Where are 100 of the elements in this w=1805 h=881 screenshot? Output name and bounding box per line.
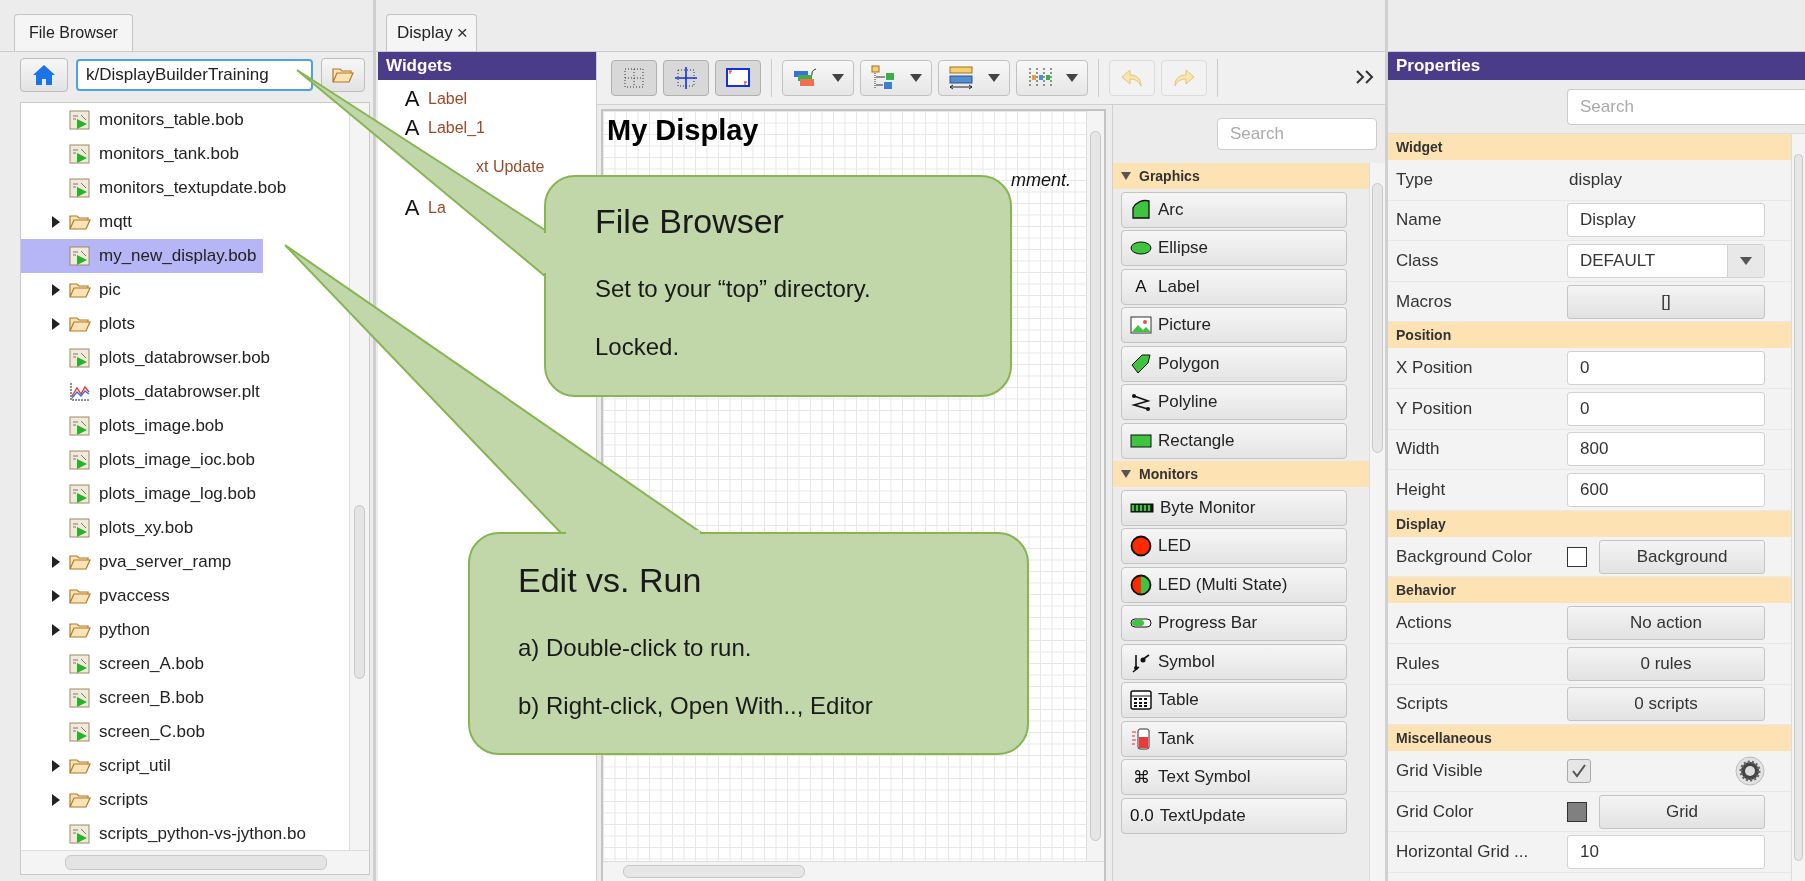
property-field[interactable]: 10	[1567, 835, 1765, 870]
tree-item[interactable]: python	[21, 613, 157, 647]
property-button[interactable]: 0 rules	[1567, 646, 1765, 681]
widget-palette-button[interactable]: Rectangle	[1121, 422, 1347, 459]
caret-icon	[1740, 257, 1752, 265]
coords-toggle-button[interactable]	[715, 60, 761, 96]
close-tab-button[interactable]: ×	[456, 22, 468, 44]
expand-arrow-icon[interactable]	[51, 590, 61, 602]
expand-arrow-icon[interactable]	[51, 216, 61, 228]
widget-palette-button[interactable]: 0.0 TextUpdate	[1121, 797, 1347, 834]
caret-icon	[1066, 74, 1078, 82]
tree-item[interactable]: screen_A.bob	[21, 647, 210, 681]
tree-item[interactable]: pva_server_ramp	[21, 545, 238, 579]
property-button[interactable]: No action	[1567, 606, 1765, 641]
property-label: Width	[1396, 439, 1441, 460]
expand-arrow-icon[interactable]	[51, 794, 61, 806]
tree-item[interactable]: plots	[21, 307, 141, 341]
scrollbar[interactable]	[21, 850, 369, 874]
color-swatch[interactable]	[1567, 801, 1587, 822]
tree-item[interactable]: scripts_python-vs-jython.bo	[21, 817, 312, 850]
editor-tab[interactable]: Display ×	[386, 14, 477, 51]
tree-item[interactable]: plots_image.bob	[21, 409, 230, 443]
widget-palette-button[interactable]: Tank	[1121, 720, 1347, 757]
tree-item[interactable]: screen_B.bob	[21, 681, 210, 715]
expand-arrow-icon[interactable]	[51, 760, 61, 772]
tree-item[interactable]: pic	[21, 273, 127, 307]
palette-group-header[interactable]: Graphics	[1113, 163, 1369, 189]
widget-palette-button[interactable]: Table	[1121, 682, 1347, 718]
scrollbar[interactable]	[1369, 163, 1385, 881]
property-label: Y Position	[1396, 398, 1474, 419]
property-field[interactable]: Display	[1567, 203, 1765, 238]
widget-palette-button[interactable]: A Label	[1121, 268, 1347, 305]
table-icon	[1130, 690, 1152, 710]
tree-item[interactable]: plots_databrowser.plt	[21, 375, 266, 409]
expand-arrow-icon[interactable]	[51, 624, 61, 636]
property-field[interactable]: 0	[1567, 351, 1765, 386]
outline-item[interactable]: A Label_1	[402, 118, 485, 138]
expand-arrow-icon[interactable]	[51, 556, 61, 568]
distribute-menu-button[interactable]	[1016, 60, 1088, 96]
property-field[interactable]: 600	[1567, 472, 1765, 507]
scrollbar[interactable]	[603, 861, 1104, 881]
widget-palette-button[interactable]: ⌘ Text Symbol	[1121, 759, 1347, 795]
display-file-icon	[69, 416, 91, 436]
property-field[interactable]: 0	[1567, 391, 1765, 426]
widget-palette-button[interactable]: Byte Monitor	[1121, 489, 1347, 526]
tree-item[interactable]: plots_image_ioc.bob	[21, 443, 261, 477]
property-button[interactable]: 0 scripts	[1567, 687, 1765, 722]
home-icon	[32, 64, 56, 86]
tree-item[interactable]: my_new_display.bob	[21, 239, 263, 273]
palette-group-header[interactable]: Monitors	[1113, 461, 1369, 487]
path-field[interactable]: k/DisplayBuilderTraining	[76, 59, 313, 91]
scrollbar[interactable]	[349, 103, 369, 850]
widget-palette-button[interactable]: LED (Multi State)	[1121, 566, 1347, 603]
outline-item[interactable]: A Label	[402, 89, 468, 109]
widget-palette-button[interactable]: Polyline	[1121, 384, 1347, 420]
widget-palette-button[interactable]: Polygon	[1121, 345, 1347, 382]
display-title: My Display	[606, 113, 759, 147]
size-menu-button[interactable]	[938, 60, 1010, 96]
scrollbar[interactable]	[1791, 134, 1805, 881]
property-button[interactable]: []	[1567, 284, 1765, 319]
color-swatch[interactable]	[1567, 546, 1587, 567]
section-header: Miscellaneous	[1388, 725, 1791, 752]
scrollbar[interactable]	[1086, 111, 1104, 861]
tree-item[interactable]: plots_databrowser.bob	[21, 341, 277, 375]
home-button[interactable]	[20, 58, 68, 92]
widget-palette-button[interactable]: LED	[1121, 528, 1347, 564]
tree-item[interactable]: scripts	[21, 783, 155, 817]
label-icon: A	[402, 89, 422, 109]
grid-toggle-button[interactable]	[611, 60, 657, 96]
snap-toggle-button[interactable]	[663, 60, 709, 96]
checkbox[interactable]	[1567, 758, 1591, 783]
outline-item[interactable]: A La	[402, 198, 446, 218]
tree-item[interactable]: monitors_table.bob	[21, 103, 250, 137]
widget-palette-button[interactable]: Progress Bar	[1121, 605, 1347, 641]
script-gear-icon[interactable]	[1735, 755, 1765, 786]
display-file-icon	[69, 348, 91, 368]
tree-item[interactable]: monitors_textupdate.bob	[21, 171, 293, 205]
widget-type-icon: 0.0	[1130, 805, 1154, 826]
tree-item[interactable]: mqtt	[21, 205, 139, 239]
tree-item[interactable]: pvaccess	[21, 579, 176, 613]
class-dropdown[interactable]: DEFAULT	[1567, 244, 1765, 278]
expand-arrow-icon[interactable]	[51, 284, 61, 296]
widget-palette-button[interactable]: Symbol	[1121, 643, 1347, 680]
color-button[interactable]: Background	[1599, 539, 1765, 574]
tree-item[interactable]: screen_C.bob	[21, 715, 211, 749]
widget-palette-button[interactable]: Picture	[1121, 307, 1347, 343]
widget-palette-button[interactable]: Arc	[1121, 191, 1347, 228]
widget-palette-button[interactable]: Ellipse	[1121, 230, 1347, 266]
tree-item[interactable]: plots_image_log.bob	[21, 477, 262, 511]
tree-item[interactable]: monitors_tank.bob	[21, 137, 245, 171]
display-file-icon	[69, 722, 91, 742]
align-menu-button[interactable]	[860, 60, 932, 96]
property-field[interactable]: 800	[1567, 432, 1765, 467]
file-browser-tab[interactable]: File Browser	[14, 14, 133, 51]
tree-item[interactable]: script_util	[21, 749, 177, 783]
color-button[interactable]: Grid	[1599, 794, 1765, 829]
outline-item[interactable]: xt Update	[476, 157, 545, 177]
tree-item[interactable]: plots_xy.bob	[21, 511, 200, 545]
expand-arrow-icon[interactable]	[51, 318, 61, 330]
order-menu-button[interactable]	[782, 60, 854, 96]
